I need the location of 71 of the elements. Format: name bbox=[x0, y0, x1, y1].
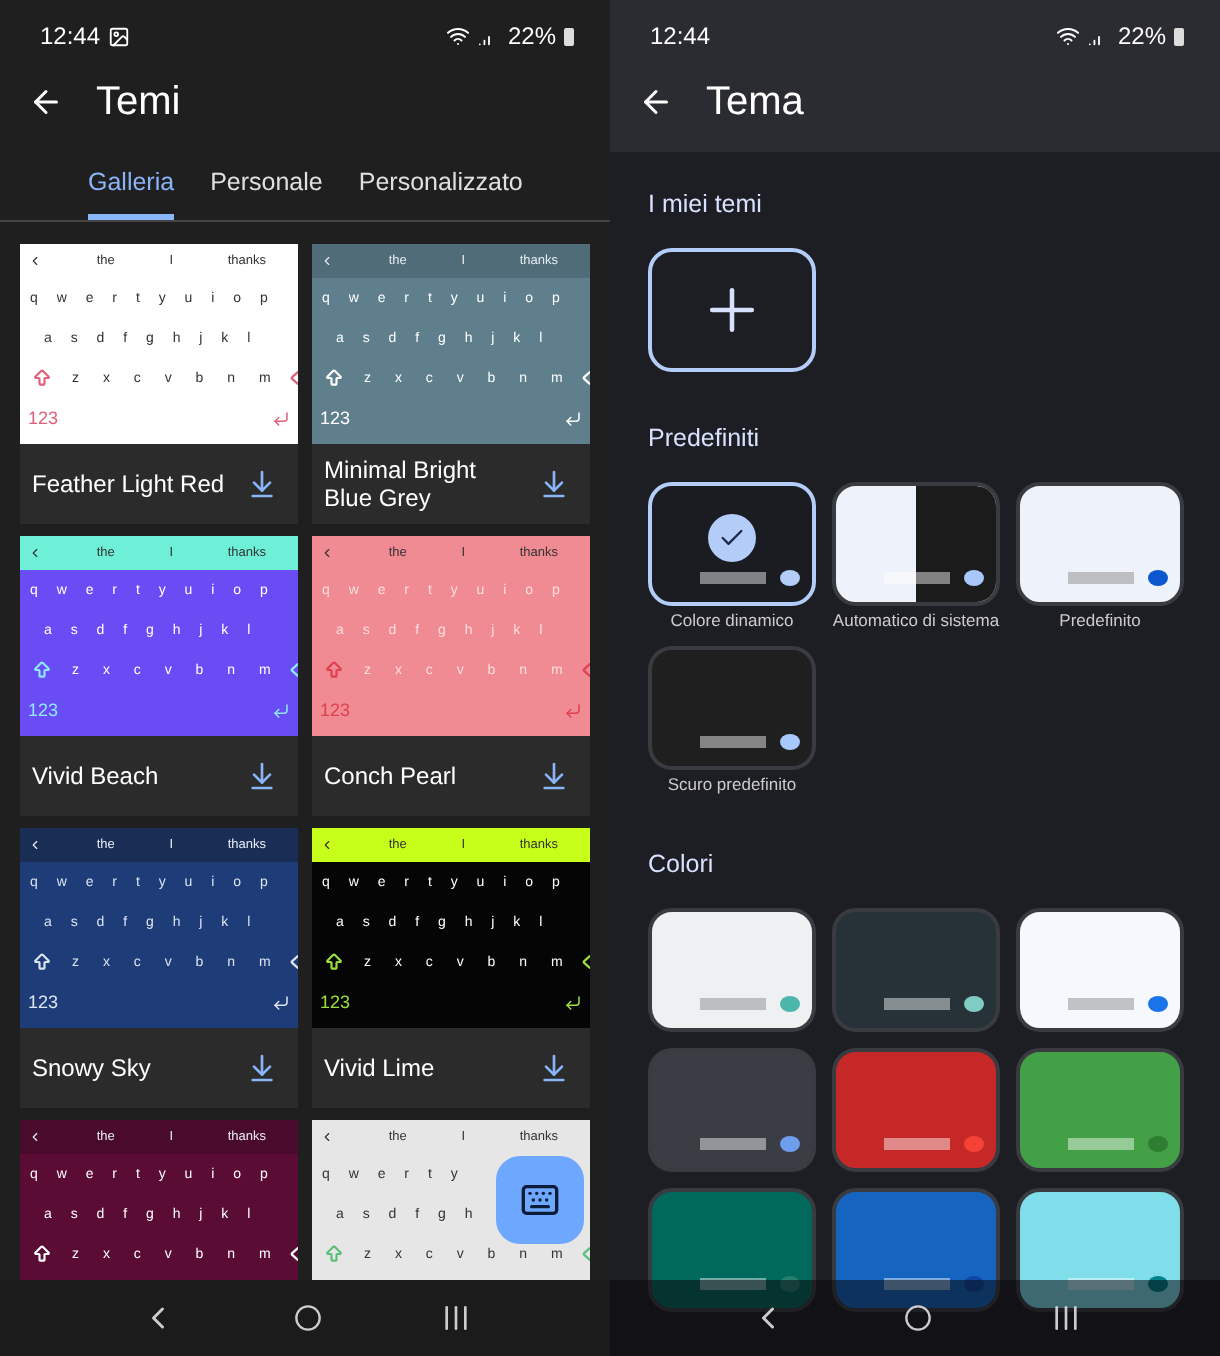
screen-title: Temi bbox=[96, 79, 181, 125]
theme-name: Vivid Lime bbox=[324, 1054, 437, 1082]
color-swatch[interactable] bbox=[1016, 908, 1184, 1032]
chevron-icon bbox=[28, 1130, 42, 1144]
image-icon bbox=[108, 25, 131, 47]
enter-icon bbox=[272, 409, 290, 427]
numbers-key: 123 bbox=[320, 700, 351, 720]
color-swatch[interactable] bbox=[1016, 1048, 1184, 1172]
swatch-label: Automatico di sistema bbox=[832, 610, 1000, 630]
check-icon bbox=[708, 514, 756, 562]
status-time: 12:44 bbox=[650, 22, 711, 50]
color-swatch[interactable] bbox=[648, 908, 816, 1032]
enter-icon bbox=[564, 701, 582, 719]
chevron-icon bbox=[28, 254, 42, 268]
screen-title: Tema bbox=[706, 79, 804, 125]
theme-swatch[interactable] bbox=[1016, 482, 1184, 606]
battery-percent: 22% bbox=[507, 22, 556, 50]
color-swatch[interactable] bbox=[832, 1188, 1000, 1312]
chevron-icon bbox=[320, 546, 334, 560]
theme-name: Minimal Bright Blue Grey bbox=[324, 456, 479, 512]
enter-icon bbox=[272, 701, 290, 719]
home-icon[interactable] bbox=[293, 1304, 321, 1332]
battery-icon bbox=[1174, 27, 1184, 45]
tab[interactable]: Personalizzato bbox=[358, 168, 523, 220]
recents-icon[interactable] bbox=[1049, 1302, 1081, 1334]
battery-percent: 22% bbox=[1117, 22, 1166, 50]
color-swatch[interactable] bbox=[1016, 1188, 1184, 1312]
theme-swatch[interactable] bbox=[648, 646, 816, 770]
tab[interactable]: Galleria bbox=[88, 168, 175, 220]
download-icon[interactable] bbox=[538, 1052, 570, 1084]
numbers-key: 123 bbox=[28, 992, 59, 1012]
numbers-key: 123 bbox=[28, 408, 59, 428]
chevron-icon bbox=[320, 254, 334, 268]
keyboard-icon bbox=[520, 1180, 560, 1220]
section-heading: Predefiniti bbox=[648, 424, 762, 452]
color-swatch[interactable] bbox=[648, 1048, 816, 1172]
swatch-label: Scuro predefinito bbox=[667, 774, 797, 794]
enter-icon bbox=[272, 993, 290, 1011]
download-icon[interactable] bbox=[246, 468, 278, 500]
keyboard-fab[interactable] bbox=[496, 1156, 584, 1244]
chevron-icon bbox=[320, 838, 334, 852]
color-swatch[interactable] bbox=[832, 908, 1000, 1032]
numbers-key: 123 bbox=[320, 992, 351, 1012]
chevron-icon bbox=[320, 1130, 334, 1144]
swatch-label: Colore dinamico bbox=[670, 610, 794, 630]
theme-name: Snowy Sky bbox=[32, 1054, 153, 1082]
tab[interactable]: Personale bbox=[210, 168, 323, 220]
recents-icon[interactable] bbox=[439, 1302, 471, 1334]
chevron-icon bbox=[28, 838, 42, 852]
enter-icon bbox=[564, 993, 582, 1011]
section-heading: Colori bbox=[648, 850, 716, 878]
theme-name: Vivid Beach bbox=[32, 762, 161, 790]
numbers-key: 123 bbox=[320, 408, 351, 428]
home-icon[interactable] bbox=[903, 1304, 931, 1332]
color-swatch[interactable] bbox=[648, 1188, 816, 1312]
download-icon[interactable] bbox=[538, 760, 570, 792]
section-heading: I miei temi bbox=[648, 190, 764, 218]
enter-icon bbox=[564, 409, 582, 427]
numbers-key: 123 bbox=[28, 700, 59, 720]
swatch-label: Predefinito bbox=[1059, 610, 1141, 630]
theme-name: Conch Pearl bbox=[324, 762, 459, 790]
battery-icon bbox=[564, 27, 574, 45]
status-time: 12:44 bbox=[40, 22, 101, 50]
download-icon[interactable] bbox=[538, 468, 570, 500]
theme-name: Feather Light Red bbox=[32, 470, 227, 498]
add-theme-button[interactable] bbox=[648, 248, 816, 372]
download-icon[interactable] bbox=[246, 1052, 278, 1084]
color-swatch[interactable] bbox=[832, 1048, 1000, 1172]
chevron-icon bbox=[28, 546, 42, 560]
download-icon[interactable] bbox=[246, 760, 278, 792]
theme-swatch[interactable] bbox=[832, 482, 1000, 606]
